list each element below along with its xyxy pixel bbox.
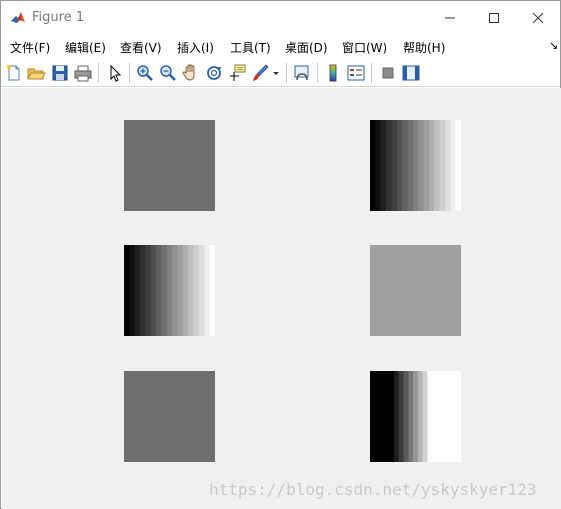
- gradient-image-top-right[interactable]: [370, 120, 461, 211]
- new-figure-button[interactable]: [4, 63, 24, 83]
- gradient-image-middle-left[interactable]: [124, 245, 215, 336]
- insert-legend-button[interactable]: [346, 63, 366, 83]
- link-plot-button[interactable]: [292, 63, 312, 83]
- toolbar-separator: [317, 63, 318, 83]
- data-cursor-button[interactable]: [227, 63, 247, 83]
- toolbar-separator: [98, 63, 99, 83]
- zoom-out-button[interactable]: [158, 63, 178, 83]
- new-figure-icon: [7, 65, 20, 81]
- matlab-logo-icon: [10, 10, 26, 26]
- edit-plot-icon: [110, 64, 122, 82]
- quantized-gradient-image-bottom-right[interactable]: [370, 371, 461, 462]
- title-bar[interactable]: Figure 1: [1, 1, 560, 35]
- save-icon: [52, 65, 68, 81]
- legend-icon: [347, 65, 365, 81]
- link-plot-icon: [294, 65, 309, 81]
- show-plot-tools-icon: [402, 65, 420, 81]
- maximize-icon: [489, 13, 499, 23]
- insert-colorbar-button[interactable]: [323, 63, 343, 83]
- brush-button[interactable]: [250, 63, 270, 83]
- close-button[interactable]: [515, 1, 561, 35]
- toolbar-separator: [371, 63, 372, 83]
- open-file-icon: [27, 68, 46, 80]
- data-cursor-icon: [230, 64, 246, 81]
- minimize-button[interactable]: [427, 1, 473, 35]
- zoom-in-button[interactable]: [135, 63, 155, 83]
- pan-button[interactable]: [181, 63, 201, 83]
- brush-icon: [253, 64, 269, 81]
- show-plot-tools-button[interactable]: [401, 63, 421, 83]
- menu-desktop[interactable]: 桌面(D): [285, 39, 328, 56]
- menu-view[interactable]: 查看(V): [120, 39, 162, 56]
- close-icon: [532, 12, 544, 24]
- print-icon: [74, 65, 92, 82]
- menu-window[interactable]: 窗口(W): [342, 39, 387, 56]
- open-file-button[interactable]: [26, 63, 46, 83]
- watermark-url: https://blog.csdn.net/yskyskyer123: [209, 480, 537, 499]
- figure-canvas[interactable]: [2, 88, 561, 509]
- menu-edit[interactable]: 编辑(E): [65, 39, 106, 56]
- window-title: Figure 1: [32, 10, 85, 25]
- edit-plot-button[interactable]: [105, 63, 125, 83]
- menu-tools[interactable]: 工具(T): [230, 39, 271, 56]
- menu-overflow-arrow[interactable]: ↘: [549, 39, 558, 52]
- menu-file[interactable]: 文件(F): [10, 39, 50, 56]
- hide-plot-tools-icon: [382, 67, 394, 79]
- pan-icon: [182, 64, 195, 81]
- print-button[interactable]: [73, 63, 93, 83]
- toolbar-separator: [286, 63, 287, 83]
- figure-window: Figure 1 文件(F) 编辑(E) 查看(V) 插入(I) 工具(T) 桌…: [0, 0, 561, 509]
- rotate-3d-icon: [207, 66, 221, 80]
- menu-bar: 文件(F) 编辑(E) 查看(V) 插入(I) 工具(T) 桌面(D) 窗口(W…: [1, 35, 560, 59]
- colorbar-icon: [329, 64, 337, 82]
- menu-insert[interactable]: 插入(I): [177, 39, 214, 56]
- brush-dropdown-button[interactable]: [271, 63, 281, 83]
- zoom-in-icon: [137, 65, 153, 81]
- figure-toolbar: [1, 59, 560, 87]
- uniform-gray-image-top-left[interactable]: [124, 120, 215, 211]
- menu-help[interactable]: 帮助(H): [403, 39, 445, 56]
- maximize-button[interactable]: [471, 1, 517, 35]
- rotate-3d-button[interactable]: [204, 63, 224, 83]
- hide-plot-tools-button[interactable]: [378, 63, 398, 83]
- uniform-gray-image-bottom-left[interactable]: [124, 371, 215, 462]
- zoom-out-icon: [160, 65, 176, 81]
- toolbar-separator: [129, 63, 130, 83]
- uniform-gray-image-middle-right[interactable]: [370, 245, 461, 336]
- chevron-down-icon: [273, 72, 279, 75]
- save-button[interactable]: [50, 63, 70, 83]
- minimize-icon: [445, 17, 455, 19]
